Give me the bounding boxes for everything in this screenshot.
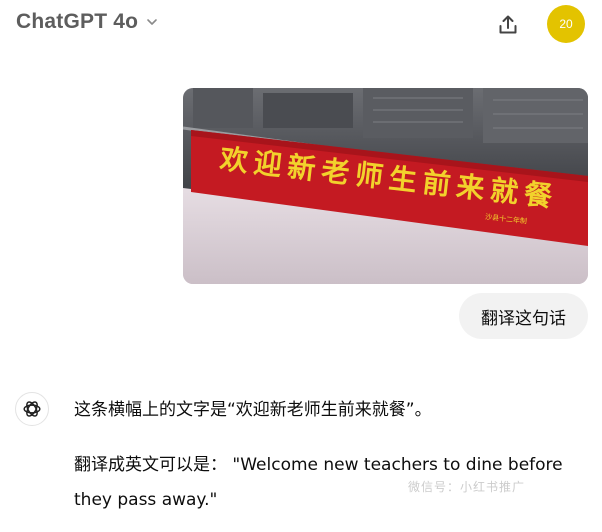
assistant-message: 这条横幅上的文字是“欢迎新老师生前来就餐”。 翻译成英文可以是： "Welcom…	[74, 393, 586, 518]
user-message-bubble: 翻译这句话	[459, 293, 588, 339]
model-title: ChatGPT 4o	[16, 10, 139, 33]
share-button[interactable]	[494, 11, 522, 39]
chatgpt-logo-icon	[15, 392, 49, 426]
model-selector[interactable]: ChatGPT 4o	[16, 10, 160, 34]
assistant-paragraph-1: 这条横幅上的文字是“欢迎新老师生前来就餐”。	[74, 400, 432, 420]
user-avatar[interactable]: 20	[547, 5, 585, 43]
watermark: 微信号：小红书推广	[408, 480, 526, 494]
top-bar: ChatGPT 4o 20	[0, 0, 602, 50]
chevron-down-icon	[147, 19, 157, 25]
uploaded-banner-photo[interactable]: 欢迎新老师生前来就餐 沙县十二年制	[183, 88, 588, 284]
share-icon	[499, 15, 517, 34]
